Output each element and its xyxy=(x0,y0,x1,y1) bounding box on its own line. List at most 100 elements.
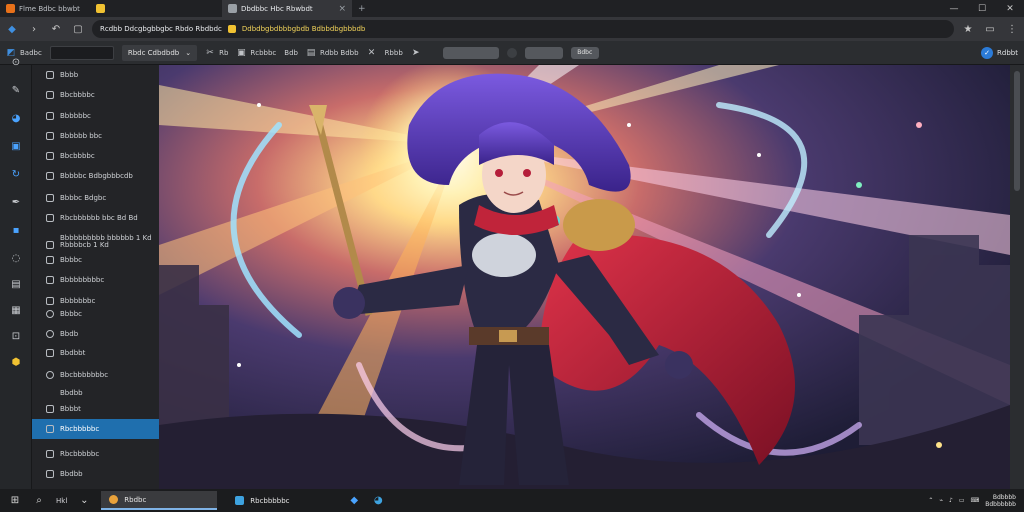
address-bar[interactable]: Rcdbb Ddcgbgbbgbc Rbdo Rbdbdc Ddbdbgbdbb… xyxy=(92,20,954,38)
play-icon[interactable]: ⊙ xyxy=(9,55,23,69)
square-icon[interactable]: ▪ xyxy=(9,223,23,237)
taskbar-app-browser[interactable]: Rbdbc xyxy=(101,491,218,510)
extensions-icon[interactable]: ▭ xyxy=(982,21,998,37)
sidebar-item[interactable]: Bbbb xyxy=(32,65,159,85)
sidebar-item[interactable]: Bbbbbbbbbc xyxy=(32,270,159,290)
browser-tab-2[interactable] xyxy=(90,0,222,17)
vertical-scrollbar[interactable] xyxy=(1010,65,1024,489)
sidebar-item[interactable]: Bbcbbbbc xyxy=(32,85,159,105)
checkbox-icon xyxy=(46,91,54,99)
tool-rail: ⊙ ✎ ◕ ▣ ↻ ✒ ▪ ◌ ▤ ▦ ⊡ ⬢ xyxy=(0,57,32,489)
sidebar-item[interactable]: Bbdbbt xyxy=(32,343,159,363)
close-window-icon[interactable]: ✕ xyxy=(996,0,1024,17)
system-tray: ⌃ ⌁ ♪ ▭ ⌨ Bdbbbb Bdbbbbbb xyxy=(928,494,1016,508)
browser-tab-1[interactable]: Flme Bdbc bbwbt xyxy=(0,0,90,17)
mode-dropdown[interactable]: Rbdc Cdbdbdb ⌄ xyxy=(121,44,198,61)
reload-icon[interactable]: ▢ xyxy=(70,21,86,37)
paint-bucket-icon[interactable]: ◕ xyxy=(9,111,23,125)
mode-dropdown-label: Rbdc Cdbdbdb xyxy=(127,48,180,57)
browser-tab-active[interactable]: Dbdbbc Hbc Rbwbdt × xyxy=(222,0,352,17)
pointer-icon[interactable]: ➤ xyxy=(411,48,421,58)
app-logo-icon: ◆ xyxy=(8,23,16,35)
start-windows-icon[interactable]: ⊞ xyxy=(8,494,22,508)
image-icon[interactable]: ▤ xyxy=(9,277,23,291)
toolbar-slider[interactable] xyxy=(442,46,499,59)
sidebar-item[interactable]: Bbbbbbc xyxy=(32,106,159,126)
taskbar-app-label: Rbdbc xyxy=(124,495,147,504)
checkbox-icon xyxy=(46,470,54,478)
brush-icon[interactable]: ✎ xyxy=(9,83,23,97)
pinned-edge-icon[interactable]: ◕ xyxy=(371,494,385,508)
maximize-icon[interactable]: ☐ xyxy=(968,0,996,17)
clock-time: Bdbbbb xyxy=(992,493,1016,501)
lasso-icon[interactable]: ◌ xyxy=(9,251,23,265)
forward-icon[interactable]: › xyxy=(26,21,42,37)
toolbar-scissors[interactable]: ✂ Rb xyxy=(205,48,228,58)
sidebar-item[interactable]: Bbbbc xyxy=(32,250,159,270)
profile-area[interactable]: ✓ Rdbbt xyxy=(981,46,1018,59)
scrollbar-thumb[interactable] xyxy=(1014,71,1020,191)
sidebar-item[interactable]: Rbcbbbbbb bbc Bd Bd xyxy=(32,208,159,228)
menu-dots-icon[interactable]: ⋮ xyxy=(1004,21,1020,37)
sidebar-item-label: Bbbbc Bdgbc xyxy=(60,194,107,202)
clock[interactable]: Bdbbbb Bdbbbbbb xyxy=(985,494,1016,508)
back-icon[interactable]: ↶ xyxy=(48,21,64,37)
site-info-icon[interactable] xyxy=(227,25,236,33)
grid-icon[interactable]: ▦ xyxy=(9,303,23,317)
sidebar-item-label: Bbbbc xyxy=(60,256,82,264)
sidebar-item-label: Bbbbt xyxy=(60,405,81,413)
layer-icon[interactable]: ▣ xyxy=(9,139,23,153)
checkbox-icon xyxy=(46,214,54,222)
taskbar-search-label[interactable]: Hkl xyxy=(56,497,67,505)
toolbar-pill-button[interactable]: Bdbc xyxy=(570,46,599,59)
checkbox-icon xyxy=(46,256,54,264)
sidebar-item[interactable]: Bbbbc xyxy=(32,304,159,324)
chevron-down-icon[interactable]: ⌄ xyxy=(77,494,91,508)
sidebar-item[interactable]: Rbcbbbbbc xyxy=(32,419,159,439)
image-canvas[interactable] xyxy=(159,65,1010,489)
keyboard-icon[interactable]: ⌨ xyxy=(971,497,980,504)
sidebar-item[interactable]: Bbcbbbbc xyxy=(32,146,159,166)
minimize-icon[interactable]: — xyxy=(940,0,968,17)
profile-label: Rdbbt xyxy=(997,48,1018,57)
sidebar-item-label: Bbdbbt xyxy=(60,349,86,357)
toolbar-image[interactable]: ▣ Rcbbbc xyxy=(236,48,276,58)
sidebar-item[interactable]: Bbbbt xyxy=(32,399,159,419)
sidebar-item[interactable]: Bbdb xyxy=(32,324,159,344)
sidebar-item[interactable]: Bbbbbc Bdbgbbbcdb xyxy=(32,166,159,186)
toolbar-text[interactable]: Rbbb xyxy=(385,49,403,57)
sidebar-item[interactable]: Rbcbbbbbc xyxy=(32,444,159,464)
url-highlight: Ddbdbgbdbbbgbdb Bdbbdbgbbbdb xyxy=(241,25,366,33)
pinned-app-icon[interactable]: ◆ xyxy=(347,494,361,508)
bookmark-star-icon[interactable]: ★ xyxy=(960,21,976,37)
refresh-icon[interactable]: ↻ xyxy=(9,167,23,181)
star-icon[interactable]: ⬢ xyxy=(9,355,23,369)
toolbar-field[interactable] xyxy=(524,46,563,59)
checkbox-icon xyxy=(46,450,54,458)
sidebar-item-label: Bbbb xyxy=(60,71,79,79)
export-icon[interactable]: ⊡ xyxy=(9,329,23,343)
taskbar-app-editor[interactable]: Rbcbbbbbc xyxy=(227,491,337,510)
sidebar-item[interactable]: Bbdbb xyxy=(32,464,159,484)
search-icon[interactable]: ⌕ xyxy=(32,494,46,508)
toolbar-item-label: Rbbb xyxy=(384,48,403,57)
toolbar-frame[interactable]: ▤ Rdbb Bdbb xyxy=(306,48,359,58)
network-icon[interactable]: ⌁ xyxy=(939,497,943,504)
artwork-illustration xyxy=(159,65,1010,489)
close-tab-icon[interactable]: × xyxy=(338,4,346,14)
battery-icon[interactable]: ▭ xyxy=(959,497,965,504)
sidebar-item[interactable]: Bbbbc Bdgbc xyxy=(32,188,159,208)
sidebar-item[interactable]: Bbcbbbbbbbc xyxy=(32,365,159,385)
toolbar-toggle[interactable] xyxy=(506,47,517,58)
x-icon[interactable]: ✕ xyxy=(367,48,377,58)
pen-icon[interactable]: ✒ xyxy=(9,195,23,209)
browser-tab-title: Flme Bdbc bbwbt xyxy=(19,4,80,13)
chevron-up-icon[interactable]: ⌃ xyxy=(928,497,933,504)
page-icon xyxy=(228,4,237,13)
new-tab-button[interactable]: + xyxy=(352,0,372,17)
sidebar-item[interactable]: Bbbbbb bbc xyxy=(32,126,159,146)
radio-icon xyxy=(46,330,54,338)
volume-icon[interactable]: ♪ xyxy=(949,497,953,504)
toolbar-crop[interactable]: Bdb xyxy=(284,49,298,57)
search-input[interactable] xyxy=(49,45,114,60)
